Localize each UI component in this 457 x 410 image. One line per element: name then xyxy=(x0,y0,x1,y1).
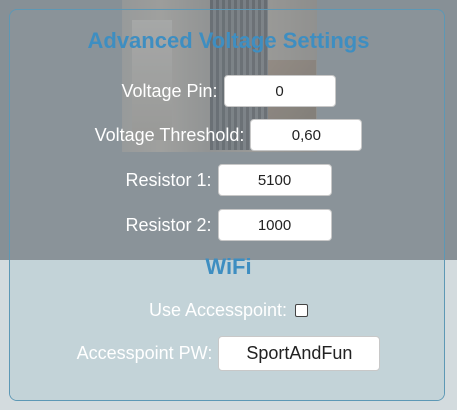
voltage-threshold-row: Voltage Threshold: xyxy=(0,119,457,151)
use-accesspoint-checkbox[interactable] xyxy=(295,304,309,317)
resistor-2-input[interactable] xyxy=(217,209,332,241)
resistor-2-row: Resistor 2: xyxy=(0,209,457,241)
voltage-settings-title: Advanced Voltage Settings xyxy=(87,28,370,53)
resistor-1-label: Resistor 1: xyxy=(125,169,212,190)
accesspoint-pw-row: Accesspoint PW: xyxy=(0,336,457,371)
voltage-pin-row: Voltage Pin: xyxy=(0,75,457,107)
voltage-threshold-input[interactable] xyxy=(250,119,363,151)
accesspoint-pw-input[interactable] xyxy=(218,336,381,371)
use-accesspoint-label: Use Accesspoint: xyxy=(148,300,288,320)
voltage-pin-label: Voltage Pin: xyxy=(121,80,218,101)
resistor-1-row: Resistor 1: xyxy=(0,164,457,196)
wifi-section xyxy=(10,260,444,400)
resistor-1-input[interactable] xyxy=(217,164,332,196)
voltage-pin-input[interactable] xyxy=(223,75,336,107)
voltage-threshold-label: Voltage Threshold: xyxy=(94,124,245,145)
wifi-title: WiFi xyxy=(205,254,252,279)
resistor-2-label: Resistor 2: xyxy=(125,214,212,235)
use-accesspoint-row: Use Accesspoint: xyxy=(0,300,457,321)
accesspoint-pw-label: Accesspoint PW: xyxy=(76,343,213,363)
